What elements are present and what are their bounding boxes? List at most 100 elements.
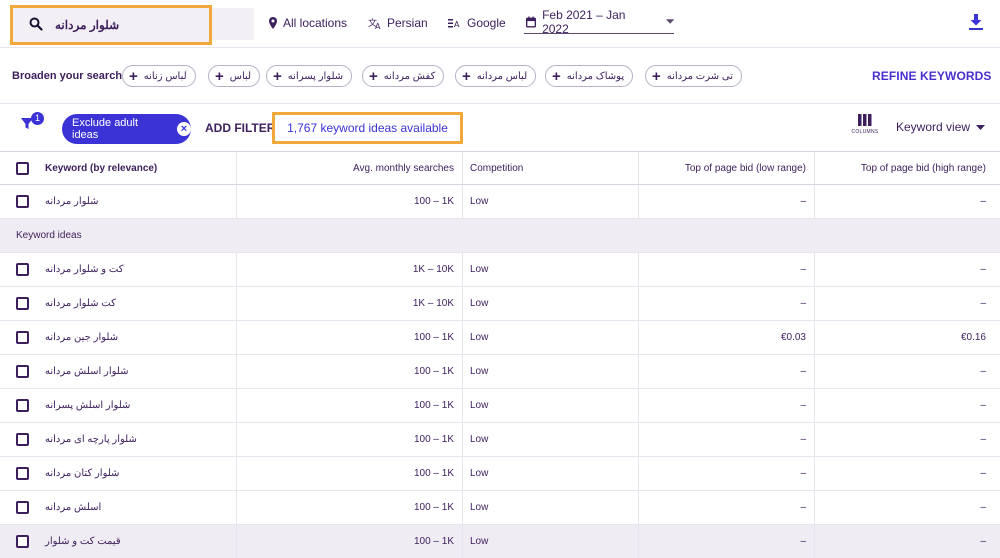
keyword-cell: شلوار اسلش پسرانه: [45, 400, 131, 411]
bid-low-cell: –: [638, 253, 814, 286]
filter-count-badge: 1: [31, 112, 44, 125]
chip-label: لباس: [229, 70, 252, 82]
location-label: All locations: [283, 16, 348, 30]
row-checkbox[interactable]: [16, 331, 29, 344]
header-avg-searches[interactable]: Avg. monthly searches: [236, 152, 462, 184]
row-checkbox[interactable]: [16, 297, 29, 310]
refine-keywords-button[interactable]: REFINE KEYWORDS: [872, 69, 992, 83]
keyword-cell: شلوار کتان مردانه: [45, 468, 120, 479]
broaden-label: Broaden your search:: [12, 70, 126, 82]
keyword-cell: شلوار پارچه ای مردانه: [45, 434, 137, 445]
bid-high-cell: –: [814, 457, 1000, 490]
select-all-checkbox[interactable]: [16, 161, 29, 175]
keyword-cell: شلوار اسلش مردانه: [45, 366, 129, 377]
broaden-chip[interactable]: + کفش مردانه: [362, 65, 445, 87]
avg-searches-cell: 100 – 1K: [236, 185, 462, 218]
group-header-row: Keyword ideas: [0, 219, 1000, 253]
bid-high-cell: –: [814, 185, 1000, 218]
bid-low-cell: –: [638, 457, 814, 490]
row-checkbox[interactable]: [16, 433, 29, 446]
broaden-chip[interactable]: + لباس زنانه: [122, 65, 196, 87]
competition-cell: Low: [462, 423, 638, 456]
broaden-chip[interactable]: + پوشاک مردانه: [545, 65, 634, 87]
search-input[interactable]: شلوار مردانه: [55, 18, 119, 32]
row-checkbox[interactable]: [16, 365, 29, 378]
location-pin-icon: [269, 17, 277, 29]
filter-bar: 1 Exclude adult ideas × ADD FILTER 1,767…: [0, 104, 1000, 152]
add-filter-button[interactable]: ADD FILTER: [205, 121, 275, 135]
row-checkbox[interactable]: [16, 195, 29, 208]
bid-low-cell: –: [638, 423, 814, 456]
exclude-adult-ideas-chip[interactable]: Exclude adult ideas ×: [62, 114, 191, 144]
broaden-chip[interactable]: + شلوار پسرانه: [266, 65, 353, 87]
competition-cell: Low: [462, 525, 638, 558]
row-checkbox[interactable]: [16, 501, 29, 514]
chip-label: شلوار پسرانه: [287, 70, 344, 82]
search-box-extension[interactable]: [212, 8, 254, 40]
keyword-ideas-count: 1,767 keyword ideas available: [272, 112, 463, 144]
bid-low-cell: –: [638, 185, 814, 218]
top-toolbar: شلوار مردانه All locations 文A Persian A …: [0, 0, 1000, 48]
competition-cell: Low: [462, 253, 638, 286]
row-checkbox[interactable]: [16, 399, 29, 412]
keyword-cell: شلوار مردانه: [45, 196, 99, 207]
chip-label: لباس مردانه: [476, 70, 528, 82]
plus-icon: +: [652, 67, 661, 85]
row-checkbox[interactable]: [16, 467, 29, 480]
search-box[interactable]: شلوار مردانه: [10, 5, 212, 45]
table-header-row: Keyword (by relevance) Avg. monthly sear…: [0, 152, 1000, 185]
bid-low-cell: –: [638, 525, 814, 558]
header-bid-low[interactable]: Top of page bid (low range): [638, 152, 814, 184]
table-row: شلوار اسلش پسرانه 100 – 1K Low – –: [0, 389, 1000, 423]
network-label: Google: [467, 16, 506, 30]
table-row: اسلش مردانه 100 – 1K Low – –: [0, 491, 1000, 525]
location-selector[interactable]: All locations: [268, 16, 347, 30]
competition-cell: Low: [462, 457, 638, 490]
table-row: کت و شلوار مردانه 1K – 10K Low – –: [0, 253, 1000, 287]
bid-high-cell: –: [814, 253, 1000, 286]
columns-button[interactable]: COLUMNS: [848, 114, 882, 135]
avg-searches-cell: 100 – 1K: [236, 491, 462, 524]
search-icon: [29, 17, 43, 34]
columns-label: COLUMNS: [851, 129, 879, 135]
keyword-cell: کت و شلوار مردانه: [45, 264, 124, 275]
header-bid-high[interactable]: Top of page bid (high range): [814, 152, 1000, 184]
competition-cell: Low: [462, 321, 638, 354]
broaden-chip[interactable]: + لباس مردانه: [455, 65, 537, 87]
competition-cell: Low: [462, 185, 638, 218]
table-row: شلوار مردانه 100 – 1K Low – –: [0, 185, 1000, 219]
dropdown-arrow-icon: [665, 19, 675, 24]
header-competition[interactable]: Competition: [462, 152, 638, 184]
table-row: شلوار پارچه ای مردانه 100 – 1K Low – –: [0, 423, 1000, 457]
network-selector[interactable]: A Google: [448, 16, 506, 30]
competition-cell: Low: [462, 287, 638, 320]
table-row: شلوار اسلش مردانه 100 – 1K Low – –: [0, 355, 1000, 389]
avg-searches-cell: 1K – 10K: [236, 253, 462, 286]
calendar-icon: [526, 16, 537, 27]
keyword-view-label: Keyword view: [896, 120, 971, 134]
row-checkbox[interactable]: [16, 535, 29, 548]
avg-searches-cell: 1K – 10K: [236, 287, 462, 320]
bid-high-cell: –: [814, 287, 1000, 320]
download-icon: [969, 14, 983, 30]
bid-high-cell: –: [814, 389, 1000, 422]
row-checkbox[interactable]: [16, 263, 29, 276]
translate-icon: 文A: [368, 17, 381, 29]
chip-label: تی شرت مردانه: [666, 70, 734, 82]
chip-label: کفش مردانه: [383, 70, 436, 82]
download-button[interactable]: [968, 13, 984, 34]
date-range-selector[interactable]: Feb 2021 – Jan 2022: [524, 8, 675, 36]
language-selector[interactable]: 文A Persian: [368, 16, 428, 30]
header-keyword[interactable]: Keyword (by relevance): [0, 152, 236, 184]
plus-icon: +: [129, 67, 138, 85]
plus-icon: +: [273, 67, 282, 85]
close-icon[interactable]: ×: [177, 122, 191, 136]
avg-searches-cell: 100 – 1K: [236, 525, 462, 558]
broaden-chip[interactable]: + تی شرت مردانه: [645, 65, 743, 87]
keyword-view-selector[interactable]: Keyword view: [896, 120, 986, 134]
bid-low-cell: –: [638, 287, 814, 320]
broaden-chip[interactable]: + لباس: [208, 65, 261, 87]
exclude-chip-label: Exclude adult ideas: [72, 117, 139, 141]
keyword-ideas-group-label: Keyword ideas: [16, 230, 82, 241]
competition-cell: Low: [462, 491, 638, 524]
